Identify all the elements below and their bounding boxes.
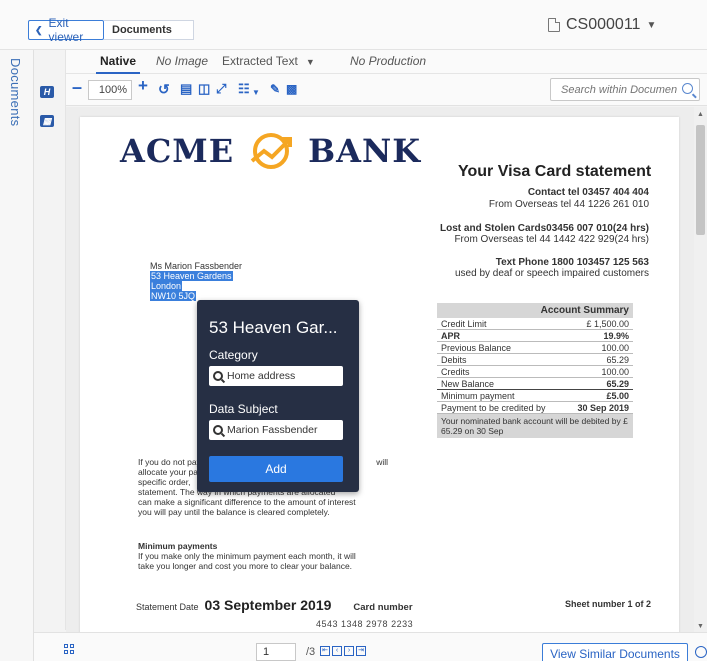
fullscreen-icon[interactable]: ⤢: [216, 82, 226, 96]
document-page: ACME BANK Your Visa Card statement Conta…: [80, 117, 679, 632]
fit-width-icon[interactable]: ▤: [180, 82, 192, 96]
search-input[interactable]: [551, 79, 677, 100]
data-subject-input[interactable]: [227, 424, 337, 436]
scroll-thumb[interactable]: [696, 125, 705, 235]
card-number-label: Card number: [353, 602, 413, 613]
chevron-down-icon: ▼: [646, 19, 657, 31]
category-field[interactable]: [209, 366, 343, 386]
search-box[interactable]: [550, 78, 700, 101]
chevron-down-icon[interactable]: ▼: [252, 86, 260, 100]
prev-page-icon[interactable]: ‹: [332, 646, 342, 656]
logo-text-left: ACME: [120, 132, 235, 170]
summary-row: Credit Limit £ 1,500.00: [437, 318, 633, 330]
add-button[interactable]: Add: [209, 456, 343, 482]
lost-overseas-line: From Overseas tel 44 1442 422 929(24 hrs…: [454, 234, 649, 245]
document-id: CS000011: [566, 16, 641, 33]
summary-row: New Balance 65.29: [437, 378, 633, 390]
search-icon: [213, 371, 223, 381]
view-tabs: Native No Image Extracted Text ▼ No Produ…: [66, 50, 707, 74]
scroll-up-icon[interactable]: ▲: [697, 111, 704, 118]
card-number: 4543 1348 2978 2233: [316, 619, 414, 629]
chevron-down-icon: ▼: [305, 57, 315, 67]
next-page-icon[interactable]: ›: [344, 646, 354, 656]
textphone-sub: used by deaf or speech impaired customer…: [455, 268, 649, 279]
address-name: Ms Marion Fassbender: [150, 261, 243, 271]
document-id-selector[interactable]: CS000011 ▼: [548, 16, 656, 34]
minimum-payments-section: Minimum payments If you make only the mi…: [138, 541, 388, 571]
zoom-out-icon[interactable]: –: [72, 78, 82, 96]
bank-logo: ACME BANK: [120, 131, 421, 171]
left-rail: [0, 50, 34, 661]
tab-extracted-text[interactable]: Extracted Text ▼: [222, 54, 315, 68]
document-viewport: ACME BANK Your Visa Card statement Conta…: [66, 107, 694, 632]
zoom-in-icon[interactable]: +: [138, 77, 148, 94]
data-subject-field[interactable]: [209, 420, 343, 440]
popover-title: 53 Heaven Gar...: [209, 318, 338, 337]
page-layout-icon[interactable]: ☷: [238, 82, 250, 96]
image-tool-icon[interactable]: ▦: [40, 115, 54, 127]
textphone-line: Text Phone 1800 103457 125 563: [495, 257, 649, 268]
minimum-payments-heading: Minimum payments: [138, 541, 218, 551]
tab-extracted-text-label: Extracted Text: [222, 54, 298, 68]
sheet-number: Sheet number 1 of 2: [564, 599, 651, 609]
category-input[interactable]: [227, 370, 337, 382]
view-similar-documents-button[interactable]: View Similar Documents: [542, 643, 688, 661]
summary-row: Minimum payment £5.00: [437, 390, 633, 402]
exit-viewer-label: Exit viewer: [48, 16, 84, 44]
pager-controls: ⇤ ‹ › ⇥: [320, 646, 366, 656]
viewer-toolbar: – 100% + ↺ ▤ ◫ ⤢ ☷ ▼ ✎ ▩: [66, 74, 707, 106]
statement-date-row: Statement Date 03 September 2019 Card nu…: [136, 597, 413, 613]
contact-line: Contact tel 03457 404 404: [527, 187, 649, 198]
top-bar: ❮ Exit viewer Documents CS000011 ▼: [0, 0, 707, 50]
statement-title: Your Visa Card statement: [458, 163, 652, 180]
address-line-3[interactable]: NW10 5JQ: [150, 291, 197, 301]
tag-popover: 53 Heaven Gar... Category Data Subject A…: [197, 300, 359, 492]
documents-rail-tab[interactable]: Documents: [8, 58, 23, 126]
redact-icon[interactable]: ▩: [286, 82, 297, 96]
tab-no-production[interactable]: No Production: [350, 54, 426, 68]
fit-page-icon[interactable]: ◫: [198, 82, 210, 96]
summary-row: Payment to be credited by 30 Sep 2019: [437, 402, 633, 414]
vertical-scrollbar[interactable]: ▲ ▼: [694, 107, 707, 632]
statement-date: 03 September 2019: [204, 597, 332, 613]
tools-column: [34, 50, 66, 630]
summary-row: APR 19.9%: [437, 330, 633, 342]
rotate-icon[interactable]: ↺: [158, 82, 170, 96]
bottom-bar: 1 /3 ⇤ ‹ › ⇥ View Similar Documents: [34, 632, 707, 661]
highlight-icon[interactable]: ✎: [270, 82, 280, 96]
documents-tab[interactable]: Documents: [104, 20, 194, 40]
last-page-icon[interactable]: ⇥: [356, 646, 366, 656]
address-line-2[interactable]: London: [150, 281, 183, 291]
tab-native[interactable]: Native: [95, 54, 141, 74]
search-icon: [213, 425, 223, 435]
logo-emblem-icon: [250, 133, 293, 169]
chevron-left-icon: ❮: [35, 24, 43, 35]
tab-no-image[interactable]: No Image: [156, 54, 208, 68]
highlight-tool-icon[interactable]: H: [40, 86, 54, 98]
customer-address: Ms Marion Fassbender 53 Heaven Gardens L…: [150, 261, 242, 301]
scroll-down-icon[interactable]: ▼: [697, 623, 704, 630]
page-total: /3: [306, 646, 316, 658]
file-icon: [548, 18, 560, 32]
statement-date-label: Statement Date: [136, 602, 199, 612]
search-icon[interactable]: [682, 83, 693, 94]
category-label: Category: [209, 348, 258, 362]
data-subject-label: Data Subject: [209, 402, 278, 416]
thumbnails-icon[interactable]: [64, 644, 76, 656]
lost-cards-line: Lost and Stolen Cards03456 007 010(24 hr…: [440, 223, 649, 234]
zoom-level[interactable]: 100%: [88, 80, 132, 100]
summary-row: Previous Balance 100.00: [437, 342, 633, 354]
exit-viewer-button[interactable]: ❮ Exit viewer: [28, 16, 104, 44]
address-line-1[interactable]: 53 Heaven Gardens: [150, 271, 233, 281]
summary-row: Debits 65.29: [437, 354, 633, 366]
account-summary: Account Summary Credit Limit £ 1,500.00 A…: [437, 303, 633, 438]
page-number-input[interactable]: 1: [256, 643, 296, 661]
overseas-line: From Overseas tel 44 1226 261 010: [488, 199, 649, 210]
logo-text-right: BANK: [308, 132, 422, 170]
clock-icon[interactable]: [695, 646, 707, 658]
summary-row: Credits 100.00: [437, 366, 633, 378]
first-page-icon[interactable]: ⇤: [320, 646, 330, 656]
summary-title: Account Summary: [437, 303, 633, 318]
summary-footer: Your nominated bank account will be debi…: [437, 414, 633, 438]
